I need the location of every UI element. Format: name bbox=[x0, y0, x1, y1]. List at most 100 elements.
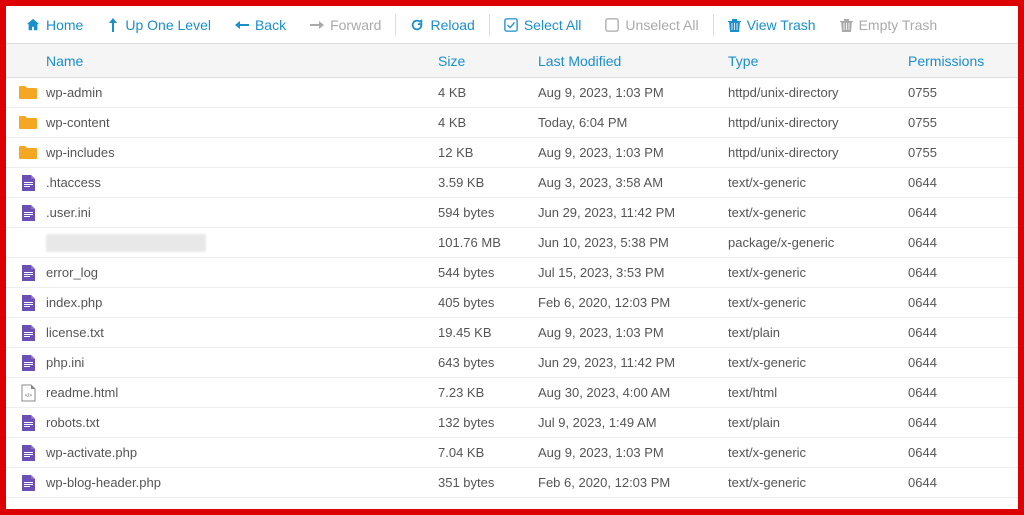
file-modified: Aug 9, 2023, 1:03 PM bbox=[538, 85, 728, 100]
column-header-size[interactable]: Size bbox=[438, 53, 538, 69]
view-trash-button[interactable]: View Trash bbox=[716, 6, 828, 43]
file-modified: Jun 29, 2023, 11:42 PM bbox=[538, 205, 728, 220]
file-size: 643 bytes bbox=[438, 355, 538, 370]
forward-arrow-icon bbox=[310, 19, 324, 31]
square-icon bbox=[605, 18, 619, 32]
document-icon bbox=[18, 203, 38, 223]
file-size: 3.59 KB bbox=[438, 175, 538, 190]
file-modified: Aug 9, 2023, 1:03 PM bbox=[538, 325, 728, 340]
table-row[interactable]: wp-content4 KBToday, 6:04 PMhttpd/unix-d… bbox=[6, 108, 1018, 138]
folder-icon bbox=[18, 83, 38, 103]
empty-trash-label: Empty Trash bbox=[859, 17, 938, 33]
reload-button[interactable]: Reload bbox=[398, 6, 486, 43]
file-modified: Jul 9, 2023, 1:49 AM bbox=[538, 415, 728, 430]
file-modified: Jun 29, 2023, 11:42 PM bbox=[538, 355, 728, 370]
document-icon bbox=[18, 233, 38, 253]
table-row[interactable]: php.ini643 bytesJun 29, 2023, 11:42 PMte… bbox=[6, 348, 1018, 378]
folder-icon bbox=[18, 113, 38, 133]
file-type: text/x-generic bbox=[728, 295, 908, 310]
trash-icon bbox=[728, 18, 741, 32]
select-all-button[interactable]: Select All bbox=[492, 6, 594, 43]
file-type: text/x-generic bbox=[728, 445, 908, 460]
file-name: wp-includes bbox=[46, 145, 115, 160]
document-icon bbox=[18, 443, 38, 463]
file-size: 351 bytes bbox=[438, 475, 538, 490]
back-label: Back bbox=[255, 17, 286, 33]
up-button[interactable]: Up One Level bbox=[95, 6, 223, 43]
file-name: wp-content bbox=[46, 115, 110, 130]
column-header-type[interactable]: Type bbox=[728, 53, 908, 69]
home-icon bbox=[26, 18, 40, 32]
table-header: Name Size Last Modified Type Permissions bbox=[6, 44, 1018, 78]
view-trash-label: View Trash bbox=[747, 17, 816, 33]
table-row[interactable]: wp-activate.php7.04 KBAug 9, 2023, 1:03 … bbox=[6, 438, 1018, 468]
empty-trash-button: Empty Trash bbox=[828, 6, 950, 43]
table-row[interactable]: robots.txt132 bytesJul 9, 2023, 1:49 AMt… bbox=[6, 408, 1018, 438]
up-arrow-icon bbox=[107, 18, 119, 32]
redacted-filename bbox=[46, 234, 206, 252]
file-type: text/x-generic bbox=[728, 475, 908, 490]
table-row[interactable]: error_log544 bytesJul 15, 2023, 3:53 PMt… bbox=[6, 258, 1018, 288]
home-button[interactable]: Home bbox=[14, 6, 95, 43]
file-size: 594 bytes bbox=[438, 205, 538, 220]
table-row[interactable]: wp-includes12 KBAug 9, 2023, 1:03 PMhttp… bbox=[6, 138, 1018, 168]
file-size: 4 KB bbox=[438, 85, 538, 100]
file-size: 7.04 KB bbox=[438, 445, 538, 460]
back-button[interactable]: Back bbox=[223, 6, 298, 43]
file-modified: Feb 6, 2020, 12:03 PM bbox=[538, 295, 728, 310]
table-row[interactable]: index.php405 bytesFeb 6, 2020, 12:03 PMt… bbox=[6, 288, 1018, 318]
file-size: 4 KB bbox=[438, 115, 538, 130]
file-name: wp-blog-header.php bbox=[46, 475, 161, 490]
document-icon bbox=[18, 263, 38, 283]
column-header-modified[interactable]: Last Modified bbox=[538, 53, 728, 69]
file-modified: Jul 15, 2023, 3:53 PM bbox=[538, 265, 728, 280]
file-permissions: 0644 bbox=[908, 265, 1006, 280]
file-name: index.php bbox=[46, 295, 102, 310]
file-permissions: 0755 bbox=[908, 115, 1006, 130]
column-header-name[interactable]: Name bbox=[18, 53, 438, 69]
table-row[interactable]: wp-admin4 KBAug 9, 2023, 1:03 PMhttpd/un… bbox=[6, 78, 1018, 108]
file-permissions: 0644 bbox=[908, 175, 1006, 190]
unselect-all-button: Unselect All bbox=[593, 6, 710, 43]
file-permissions: 0644 bbox=[908, 445, 1006, 460]
table-row[interactable]: </>readme.html7.23 KBAug 30, 2023, 4:00 … bbox=[6, 378, 1018, 408]
home-label: Home bbox=[46, 17, 83, 33]
file-name: license.txt bbox=[46, 325, 104, 340]
file-type: package/x-generic bbox=[728, 235, 908, 250]
document-icon bbox=[18, 473, 38, 493]
html-file-icon: </> bbox=[18, 383, 38, 403]
svg-text:</>: </> bbox=[24, 393, 31, 399]
table-row[interactable]: license.txt 19.45 KBAug 9, 2023, 1:03 PMt… bbox=[6, 318, 1018, 348]
forward-label: Forward bbox=[330, 17, 381, 33]
file-modified: Aug 3, 2023, 3:58 AM bbox=[538, 175, 728, 190]
file-permissions: 0644 bbox=[908, 355, 1006, 370]
file-type: text/x-generic bbox=[728, 205, 908, 220]
file-type: text/plain bbox=[728, 415, 908, 430]
file-modified: Aug 9, 2023, 1:03 PM bbox=[538, 445, 728, 460]
file-permissions: 0644 bbox=[908, 325, 1006, 340]
file-size: 12 KB bbox=[438, 145, 538, 160]
file-size: 19.45 KB bbox=[438, 325, 538, 340]
file-type: text/x-generic bbox=[728, 265, 908, 280]
table-row[interactable]: wp-blog-header.php351 bytesFeb 6, 2020, … bbox=[6, 468, 1018, 498]
reload-icon bbox=[410, 18, 424, 32]
file-type: text/plain bbox=[728, 325, 908, 340]
file-modified: Aug 30, 2023, 4:00 AM bbox=[538, 385, 728, 400]
toolbar: Home Up One Level Back Forward Reload Se… bbox=[6, 6, 1018, 44]
file-permissions: 0644 bbox=[908, 295, 1006, 310]
file-name: readme.html bbox=[46, 385, 118, 400]
document-icon bbox=[18, 413, 38, 433]
table-row[interactable]: 101.76 MBJun 10, 2023, 5:38 PMpackage/x-… bbox=[6, 228, 1018, 258]
back-arrow-icon bbox=[235, 19, 249, 31]
table-row[interactable]: .htaccess3.59 KBAug 3, 2023, 3:58 AMtext… bbox=[6, 168, 1018, 198]
file-table: Name Size Last Modified Type Permissions… bbox=[6, 44, 1018, 509]
table-row[interactable]: .user.ini594 bytesJun 29, 2023, 11:42 PM… bbox=[6, 198, 1018, 228]
separator bbox=[713, 14, 714, 36]
file-modified: Aug 9, 2023, 1:03 PM bbox=[538, 145, 728, 160]
reload-label: Reload bbox=[430, 17, 474, 33]
select-all-label: Select All bbox=[524, 17, 582, 33]
file-permissions: 0644 bbox=[908, 385, 1006, 400]
file-permissions: 0644 bbox=[908, 415, 1006, 430]
column-header-permissions[interactable]: Permissions bbox=[908, 53, 1006, 69]
trash-icon bbox=[840, 18, 853, 32]
